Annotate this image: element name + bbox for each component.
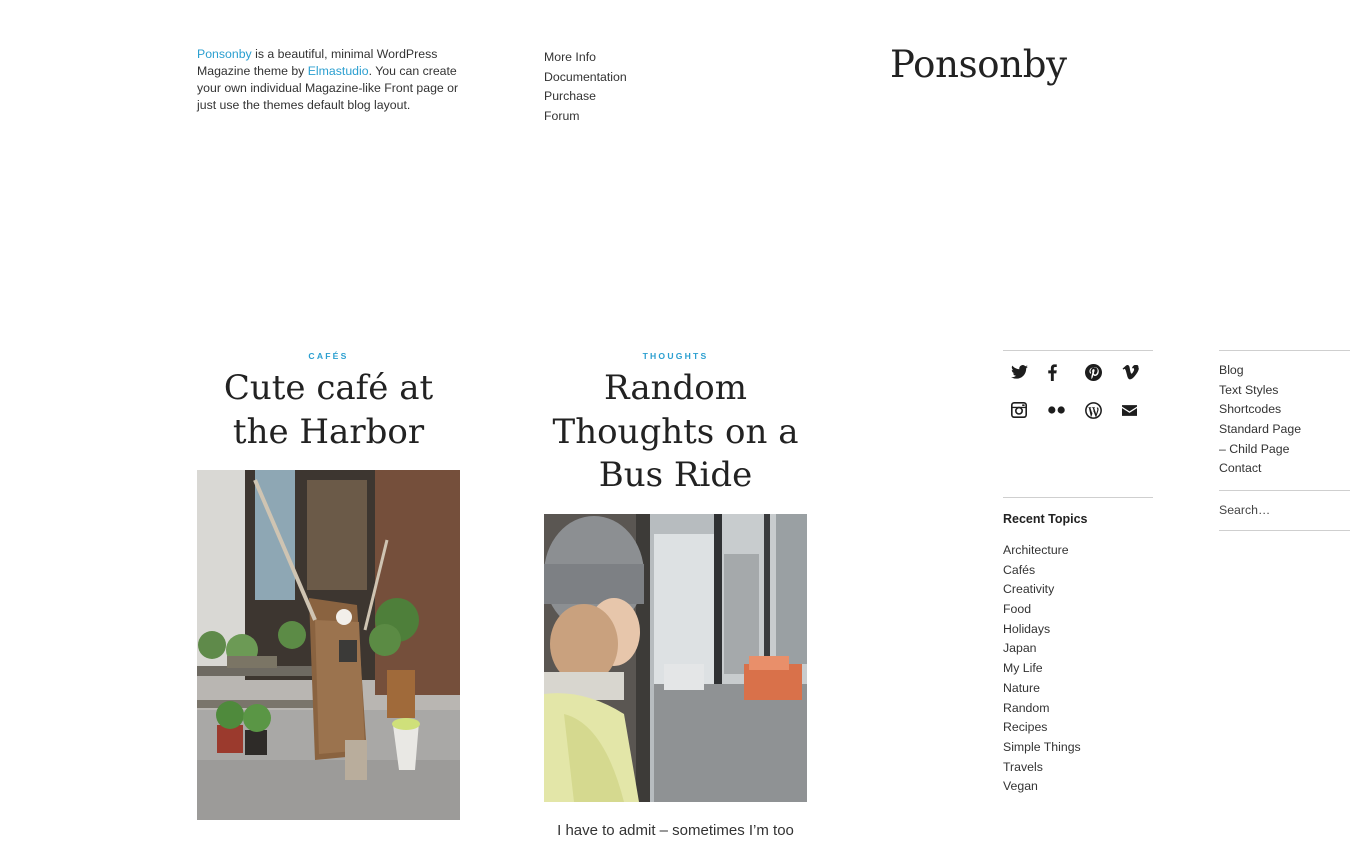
page-link-text-styles[interactable]: Text Styles (1219, 381, 1301, 401)
ponsonby-link[interactable]: Ponsonby (197, 47, 252, 61)
post-card: CAFÉS Cute café at the Harbor (197, 349, 460, 820)
divider (1003, 350, 1153, 351)
page-link-contact[interactable]: Contact (1219, 459, 1301, 479)
page-link-blog[interactable]: Blog (1219, 361, 1301, 381)
menu-item-purchase[interactable]: Purchase (544, 87, 627, 107)
menu-item-forum[interactable]: Forum (544, 107, 627, 127)
post-category-link[interactable]: CAFÉS (197, 349, 460, 363)
vimeo-icon[interactable] (1114, 362, 1151, 382)
post-category-link[interactable]: THOUGHTS (544, 349, 807, 363)
post-thumbnail-bus[interactable] (544, 513, 807, 802)
topic-link[interactable]: Cafés (1003, 561, 1081, 581)
facebook-icon[interactable] (1040, 362, 1077, 382)
divider (1219, 530, 1350, 531)
menu-item-documentation[interactable]: Documentation (544, 68, 627, 88)
topic-link[interactable]: Recipes (1003, 718, 1081, 738)
recent-topics-list: Architecture Cafés Creativity Food Holid… (1003, 541, 1081, 797)
page-link-standard-page[interactable]: Standard Page (1219, 420, 1301, 440)
email-icon[interactable] (1114, 400, 1151, 420)
twitter-icon[interactable] (1003, 362, 1040, 382)
pinterest-icon[interactable] (1077, 362, 1114, 382)
post-excerpt: I have to admit – sometimes I’m too (557, 821, 794, 839)
search-input[interactable] (1219, 500, 1350, 520)
topic-link[interactable]: Japan (1003, 639, 1081, 659)
wordpress-icon[interactable] (1077, 400, 1114, 420)
social-links (1003, 362, 1153, 420)
top-menu: More Info Documentation Purchase Forum (544, 48, 627, 127)
flickr-icon[interactable] (1040, 400, 1077, 420)
topic-link[interactable]: Travels (1003, 758, 1081, 778)
topic-link[interactable]: Food (1003, 600, 1081, 620)
elmastudio-link[interactable]: Elmastudio (308, 64, 369, 78)
site-title[interactable]: Ponsonby (890, 43, 1067, 86)
page-link-child-page[interactable]: – Child Page (1219, 440, 1301, 460)
site-description: Ponsonby is a beautiful, minimal WordPre… (197, 46, 467, 114)
post-title[interactable]: Random Thoughts on a Bus Ride (544, 367, 807, 498)
post-title[interactable]: Cute café at the Harbor (197, 367, 460, 454)
divider (1003, 497, 1153, 498)
topic-link[interactable]: Random (1003, 699, 1081, 719)
post-card: THOUGHTS Random Thoughts on a Bus Ride I… (544, 349, 807, 839)
topic-link[interactable]: Creativity (1003, 580, 1081, 600)
page-menu: Blog Text Styles Shortcodes Standard Pag… (1219, 361, 1301, 479)
instagram-icon[interactable] (1003, 400, 1040, 420)
divider (1219, 490, 1350, 491)
topic-link[interactable]: Vegan (1003, 777, 1081, 797)
menu-item-more-info[interactable]: More Info (544, 48, 627, 68)
topic-link[interactable]: Holidays (1003, 620, 1081, 640)
topic-link[interactable]: Architecture (1003, 541, 1081, 561)
recent-topics-title: Recent Topics (1003, 512, 1088, 526)
divider (1219, 350, 1350, 351)
topic-link[interactable]: Nature (1003, 679, 1081, 699)
topic-link[interactable]: My Life (1003, 659, 1081, 679)
post-thumbnail-cafe[interactable] (197, 470, 460, 820)
page-link-shortcodes[interactable]: Shortcodes (1219, 400, 1301, 420)
topic-link[interactable]: Simple Things (1003, 738, 1081, 758)
